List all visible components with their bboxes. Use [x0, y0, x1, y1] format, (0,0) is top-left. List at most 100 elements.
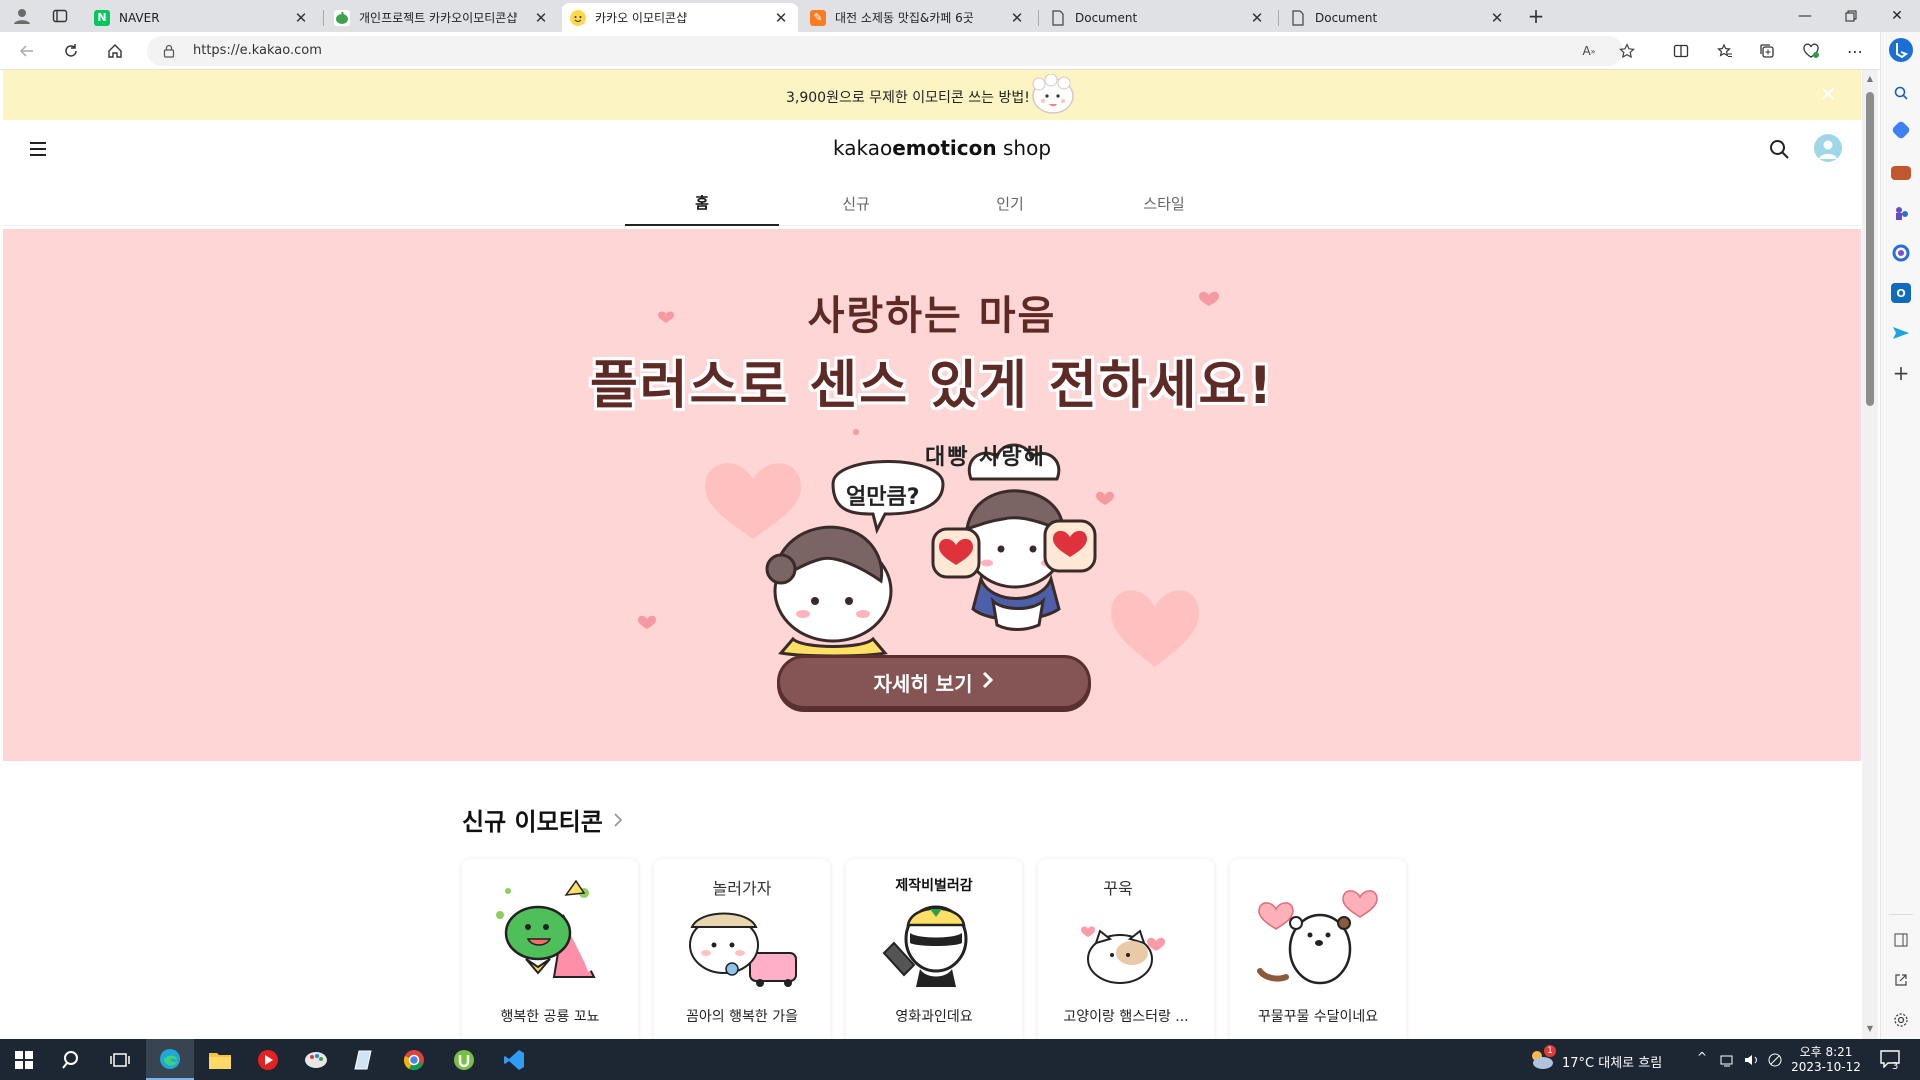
browser-toolbar: https://e.kakao.com A» ⋯: [0, 32, 1920, 70]
games-icon[interactable]: [1891, 203, 1911, 223]
tab-home[interactable]: 홈: [625, 180, 779, 226]
drop-send-icon[interactable]: [1891, 323, 1911, 343]
browser-tab-kakao-emoticon[interactable]: 카카오 이모티콘샵 ✕: [562, 3, 798, 32]
site-logo[interactable]: kakaoemoticon shop: [833, 136, 1051, 160]
menu-icon[interactable]: [27, 138, 49, 160]
start-button[interactable]: [0, 1039, 48, 1080]
hero-headline-2: 플러스로 센스 있게 전하세요!: [589, 356, 1275, 416]
page-viewport: 3,900원으로 무제한 이모티콘 쓰는 방법! ✕ kakaoemoticon…: [3, 70, 1861, 1039]
weather-text[interactable]: 17°C 대체로 흐림: [1562, 1052, 1662, 1071]
browser-tab-document-2[interactable]: Document ✕: [1282, 3, 1514, 32]
shopping-tag-icon[interactable]: [1891, 120, 1911, 140]
emoticon-title: 고양이랑 햄스터랑 ...: [1063, 1009, 1189, 1025]
bing-chat-icon[interactable]: [1889, 38, 1913, 62]
tools-icon[interactable]: [1891, 166, 1911, 180]
back-button[interactable]: [12, 37, 42, 65]
tray-overflow-icon[interactable]: ^: [1697, 1050, 1707, 1064]
favorite-star-icon[interactable]: [1617, 41, 1637, 61]
close-notice-icon[interactable]: ✕: [1817, 82, 1839, 106]
media-player-icon[interactable]: [244, 1039, 292, 1080]
new-emoticon-list: 행복한 공룡 꼬뇨 놀러가자 꼼아의 행복한 가을 제작비벌러감 영화과인데요 …: [462, 859, 1422, 1039]
vscode-icon[interactable]: [490, 1039, 538, 1080]
close-tab-icon[interactable]: ✕: [292, 9, 310, 27]
browser-tab-daejeon[interactable]: ✎ 대전 소제동 맛집&카페 6곳 ✕: [802, 3, 1034, 32]
close-tab-icon[interactable]: ✕: [1008, 9, 1026, 27]
tab-new[interactable]: 신규: [779, 180, 933, 226]
emoticon-card[interactable]: 놀러가자 꼼아의 행복한 가을: [654, 859, 830, 1039]
close-window-button[interactable]: ✕: [1874, 0, 1920, 32]
emoticon-title: 꼼아의 행복한 가을: [686, 1009, 798, 1025]
home-button[interactable]: [100, 37, 130, 65]
close-tab-icon[interactable]: ✕: [772, 9, 790, 27]
collections-icon[interactable]: [1752, 37, 1782, 65]
emoticon-card[interactable]: 꾸물꾸물 수달이네요: [1230, 859, 1406, 1039]
task-view-icon[interactable]: [96, 1039, 144, 1080]
browser-tab-document-1[interactable]: Document ✕: [1042, 3, 1274, 32]
url-text[interactable]: https://e.kakao.com: [193, 43, 322, 58]
outlook-icon[interactable]: O: [1891, 283, 1911, 303]
security-icon[interactable]: [1768, 1052, 1782, 1071]
favorites-icon[interactable]: [1710, 37, 1740, 65]
utorrent-icon[interactable]: [440, 1039, 488, 1080]
minimize-button[interactable]: —: [1782, 0, 1828, 32]
hero-detail-button[interactable]: 자세히 보기: [777, 655, 1091, 709]
new-tab-button[interactable]: +: [1522, 4, 1550, 28]
emoticon-card[interactable]: 행복한 공룡 꼬뇨: [462, 859, 638, 1039]
sidebar-layout-icon[interactable]: [1891, 930, 1911, 950]
weather-badge: 1: [1544, 1045, 1556, 1057]
notice-text[interactable]: 3,900원으로 무제한 이모티콘 쓰는 방법!: [786, 87, 1030, 107]
emoticon-title: 행복한 공룡 꼬뇨: [500, 1009, 600, 1025]
hero-headline-1: 사랑하는 마음: [807, 293, 1057, 339]
browser-essentials-icon[interactable]: [1796, 37, 1826, 65]
volume-icon[interactable]: [1744, 1052, 1760, 1071]
scroll-up-icon[interactable]: ▲: [1865, 74, 1875, 84]
emoticon-art-caption: 제작비벌러감: [895, 878, 973, 894]
lock-icon[interactable]: [159, 41, 179, 61]
read-aloud-icon[interactable]: A»: [1579, 41, 1599, 61]
profile-icon[interactable]: [8, 4, 36, 28]
restore-button[interactable]: [1828, 0, 1874, 32]
leaf-icon: [334, 9, 350, 26]
settings-more-icon[interactable]: ⋯: [1840, 37, 1870, 65]
sidebar-settings-icon[interactable]: [1891, 1010, 1911, 1030]
scroll-down-icon[interactable]: ▼: [1865, 1024, 1875, 1034]
new-emoticons-title[interactable]: 신규 이모티콘: [462, 802, 623, 837]
tab-actions-icon[interactable]: [46, 4, 74, 28]
edge-sidebar: O +: [1880, 32, 1920, 1039]
avatar[interactable]: [1814, 134, 1842, 162]
refresh-button[interactable]: [56, 37, 86, 65]
add-sidebar-app-icon[interactable]: +: [1891, 361, 1911, 385]
notice-banner[interactable]: 3,900원으로 무제한 이모티콘 쓰는 방법! ✕: [3, 70, 1861, 120]
hero-banner[interactable]: 사랑하는 마음 플러스로 센스 있게 전하세요! 대빵 사랑해 얼만큼? 자세히…: [3, 229, 1861, 761]
scroll-thumb[interactable]: [1866, 92, 1874, 406]
search-icon[interactable]: [1891, 83, 1911, 103]
external-link-icon[interactable]: [1891, 970, 1911, 990]
emoticon-card[interactable]: 제작비벌러감 영화과인데요: [846, 859, 1022, 1039]
clock-date[interactable]: 2023-10-12: [1790, 1060, 1862, 1074]
browser-tab-project[interactable]: 개인프로젝트 카카오이모티콘샵 ✕: [326, 3, 558, 32]
chrome-icon[interactable]: [390, 1039, 438, 1080]
split-screen-icon[interactable]: [1666, 37, 1696, 65]
tab-popular[interactable]: 인기: [933, 180, 1087, 226]
close-tab-icon[interactable]: ✕: [1488, 9, 1506, 27]
close-tab-icon[interactable]: ✕: [532, 9, 550, 27]
clock-time[interactable]: 오후 8:21: [1796, 1043, 1856, 1060]
file-explorer-icon[interactable]: [196, 1039, 244, 1080]
address-bar[interactable]: https://e.kakao.com A»: [147, 36, 1635, 66]
otter-emoticon-image: [1257, 890, 1378, 985]
network-icon[interactable]: [1720, 1053, 1736, 1072]
search-icon[interactable]: [1768, 138, 1790, 160]
edge-taskbar-icon[interactable]: [146, 1039, 194, 1080]
search-icon[interactable]: [48, 1039, 96, 1080]
browser-tab-naver[interactable]: N NAVER ✕: [86, 3, 318, 32]
microsoft-365-icon[interactable]: [1891, 243, 1911, 263]
naver-icon: N: [94, 9, 110, 26]
tab-style[interactable]: 스타일: [1087, 180, 1241, 226]
paint-app-icon[interactable]: [292, 1039, 340, 1080]
page-scrollbar[interactable]: ▲ ▼: [1862, 70, 1878, 1039]
close-tab-icon[interactable]: ✕: [1248, 9, 1266, 27]
notepad-icon[interactable]: [340, 1039, 388, 1080]
emoticon-card[interactable]: 꾸욱 고양이랑 햄스터랑 ...: [1038, 859, 1214, 1039]
emoticon-title: 영화과인데요: [895, 1009, 973, 1025]
windows-taskbar: 1 17°C 대체로 흐림 ^ 오후 8:21 2023-10-12 3: [0, 1039, 1920, 1080]
